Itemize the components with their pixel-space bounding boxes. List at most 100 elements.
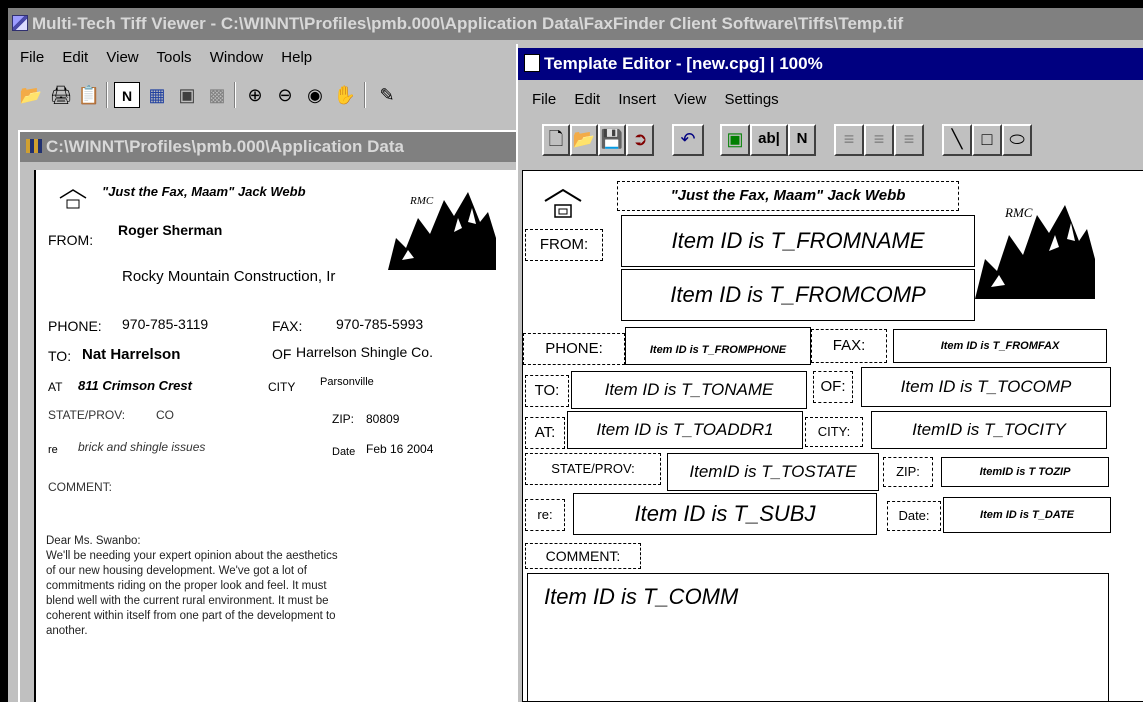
align-center-icon[interactable]: ≡ bbox=[864, 124, 894, 156]
doc-state: CO bbox=[156, 408, 174, 422]
insert-image-icon[interactable]: ▣ bbox=[720, 124, 750, 156]
rmc-logo: RMC bbox=[388, 192, 496, 270]
te-field-subj[interactable]: Item ID is T_SUBJ bbox=[573, 493, 877, 535]
tiff-menu-help[interactable]: Help bbox=[281, 49, 312, 66]
te-label-city[interactable]: CITY: bbox=[805, 417, 863, 447]
te-menu-insert[interactable]: Insert bbox=[618, 91, 656, 108]
toolbar-separator bbox=[234, 82, 236, 108]
doc-from-label: FROM: bbox=[48, 232, 94, 248]
ellipse-icon[interactable]: ⬭ bbox=[1002, 124, 1032, 156]
doc-phone-label: PHONE: bbox=[48, 318, 102, 334]
doc-letter-body: Dear Ms. Swanbo: We'll be needing your e… bbox=[46, 534, 466, 639]
pan-hand-icon[interactable]: ✋ bbox=[332, 82, 358, 108]
te-field-tostate[interactable]: ItemID is T_TOSTATE bbox=[667, 453, 879, 491]
house-icon bbox=[59, 189, 87, 209]
te-menu-settings[interactable]: Settings bbox=[724, 91, 778, 108]
te-field-fromfax[interactable]: Item ID is T_FROMFAX bbox=[893, 329, 1107, 363]
save-icon[interactable]: 💾 bbox=[598, 124, 626, 156]
doc-from-company: Rocky Mountain Construction, Ir bbox=[122, 268, 336, 285]
template-editor-title: Template Editor - [new.cpg] | 100% bbox=[544, 54, 823, 73]
doc-to-company: Harrelson Shingle Co. bbox=[296, 344, 433, 360]
te-field-comm[interactable]: Item ID is T_COMM bbox=[527, 573, 1109, 701]
open-icon[interactable]: 📂 bbox=[570, 124, 598, 156]
insert-text-icon[interactable]: ab| bbox=[750, 124, 788, 156]
te-label-re[interactable]: re: bbox=[525, 499, 565, 531]
template-editor-titlebar[interactable]: Template Editor - [new.cpg] | 100% bbox=[518, 48, 1143, 80]
te-label-state[interactable]: STATE/PROV: bbox=[525, 453, 661, 485]
tiff-viewer-titlebar[interactable]: Multi-Tech Tiff Viewer - C:\WINNT\Profil… bbox=[8, 8, 1143, 40]
zoom-out-icon[interactable]: ⊖ bbox=[272, 82, 298, 108]
align-right-icon[interactable]: ≡ bbox=[894, 124, 924, 156]
zoom-fit-icon[interactable]: ◉ bbox=[302, 82, 328, 108]
zoom-in-icon[interactable]: ⊕ bbox=[242, 82, 268, 108]
doc-state-label: STATE/PROV: bbox=[48, 408, 126, 422]
te-field-toname[interactable]: Item ID is T_TONAME bbox=[571, 371, 807, 409]
te-field-toaddr1[interactable]: Item ID is T_TOADDR1 bbox=[567, 411, 803, 449]
exit-icon[interactable]: ➲ bbox=[626, 124, 654, 156]
logo-text: RMC bbox=[409, 195, 434, 207]
te-label-at[interactable]: AT: bbox=[525, 417, 565, 449]
te-label-zip[interactable]: ZIP: bbox=[883, 457, 933, 487]
tiff-menu-edit[interactable]: Edit bbox=[62, 49, 88, 66]
document-title: C:\WINNT\Profiles\pmb.000\Application Da… bbox=[46, 137, 404, 156]
open-folder-icon[interactable]: 📂 bbox=[18, 82, 44, 108]
house-icon[interactable] bbox=[543, 187, 583, 221]
te-field-tocomp[interactable]: Item ID is T_TOCOMP bbox=[861, 367, 1111, 407]
page-view-icon[interactable]: ▦ bbox=[144, 82, 170, 108]
te-label-to[interactable]: TO: bbox=[525, 375, 569, 407]
document-titlebar[interactable]: C:\WINNT\Profiles\pmb.000\Application Da… bbox=[20, 132, 526, 162]
tiff-menu-view[interactable]: View bbox=[106, 49, 138, 66]
te-menu-view[interactable]: View bbox=[674, 91, 706, 108]
rmc-logo-image[interactable]: RMC bbox=[975, 199, 1095, 299]
logo-text: RMC bbox=[1004, 205, 1033, 220]
doc-zip-label: ZIP: bbox=[332, 412, 355, 426]
letter-line: of our new housing development. We've go… bbox=[46, 565, 307, 577]
te-label-of[interactable]: OF: bbox=[813, 371, 853, 403]
line-icon[interactable]: ╲ bbox=[942, 124, 972, 156]
te-field-tozip[interactable]: ItemID is T TOZIP bbox=[941, 457, 1109, 487]
te-field-fromcomp[interactable]: Item ID is T_FROMCOMP bbox=[621, 269, 975, 321]
align-left-icon[interactable]: ≡ bbox=[834, 124, 864, 156]
doc-fax-label: FAX: bbox=[272, 318, 303, 334]
doc-from-name: Roger Sherman bbox=[118, 222, 223, 238]
print-icon[interactable]: 🖨 bbox=[48, 82, 74, 108]
tiff-menu-file[interactable]: File bbox=[20, 49, 44, 66]
doc-at-label: AT bbox=[48, 380, 63, 394]
te-label-phone[interactable]: PHONE: bbox=[523, 333, 625, 365]
undo-icon[interactable]: ↶ bbox=[672, 124, 704, 156]
te-field-date[interactable]: Item ID is T_DATE bbox=[943, 497, 1111, 533]
te-field-tocity[interactable]: ItemID is T_TOCITY bbox=[871, 411, 1107, 449]
annotate-icon[interactable]: ✎ bbox=[374, 82, 400, 108]
insert-field-icon[interactable]: N bbox=[788, 124, 816, 156]
template-canvas[interactable]: "Just the Fax, Maam" Jack Webb RMC FROM:… bbox=[522, 170, 1143, 702]
tiff-menubar: File Edit View Tools Window Help bbox=[20, 46, 326, 70]
letter-line: Dear Ms. Swanbo: bbox=[46, 535, 141, 547]
doc-date: Feb 16 2004 bbox=[366, 442, 434, 456]
te-field-fromname[interactable]: Item ID is T_FROMNAME bbox=[621, 215, 975, 267]
te-label-from[interactable]: FROM: bbox=[525, 229, 603, 261]
te-label-comment[interactable]: COMMENT: bbox=[525, 543, 641, 569]
te-menu-file[interactable]: File bbox=[532, 91, 556, 108]
doc-city-label: CITY bbox=[268, 380, 296, 394]
te-label-date[interactable]: Date: bbox=[887, 501, 941, 531]
doc-zip: 80809 bbox=[366, 412, 400, 426]
template-editor-window: Template Editor - [new.cpg] | 100% File … bbox=[516, 44, 1143, 702]
doc-city: Parsonville bbox=[320, 376, 374, 388]
letter-line: commitments riding on the proper look an… bbox=[46, 580, 327, 592]
rectangle-icon[interactable]: □ bbox=[972, 124, 1002, 156]
thumbnail-view-icon[interactable]: ▣ bbox=[174, 82, 200, 108]
te-slogan-text[interactable]: "Just the Fax, Maam" Jack Webb bbox=[617, 181, 959, 211]
tiff-menu-window[interactable]: Window bbox=[210, 49, 263, 66]
te-label-fax[interactable]: FAX: bbox=[811, 329, 887, 363]
te-field-fromphone[interactable]: Item ID is T_FROMPHONE bbox=[625, 327, 811, 365]
te-menu-edit[interactable]: Edit bbox=[574, 91, 600, 108]
fit-view-icon[interactable]: ▩ bbox=[204, 82, 230, 108]
doc-re-label: re bbox=[48, 444, 58, 456]
normal-view-icon[interactable]: N bbox=[114, 82, 140, 108]
new-icon[interactable]: 🗋 bbox=[542, 124, 570, 156]
tiff-document-window: C:\WINNT\Profiles\pmb.000\Application Da… bbox=[18, 130, 528, 702]
copy-icon[interactable]: 📋 bbox=[76, 82, 102, 108]
letter-line: another. bbox=[46, 625, 88, 637]
tiff-menu-tools[interactable]: Tools bbox=[157, 49, 192, 66]
document-icon bbox=[26, 139, 42, 153]
